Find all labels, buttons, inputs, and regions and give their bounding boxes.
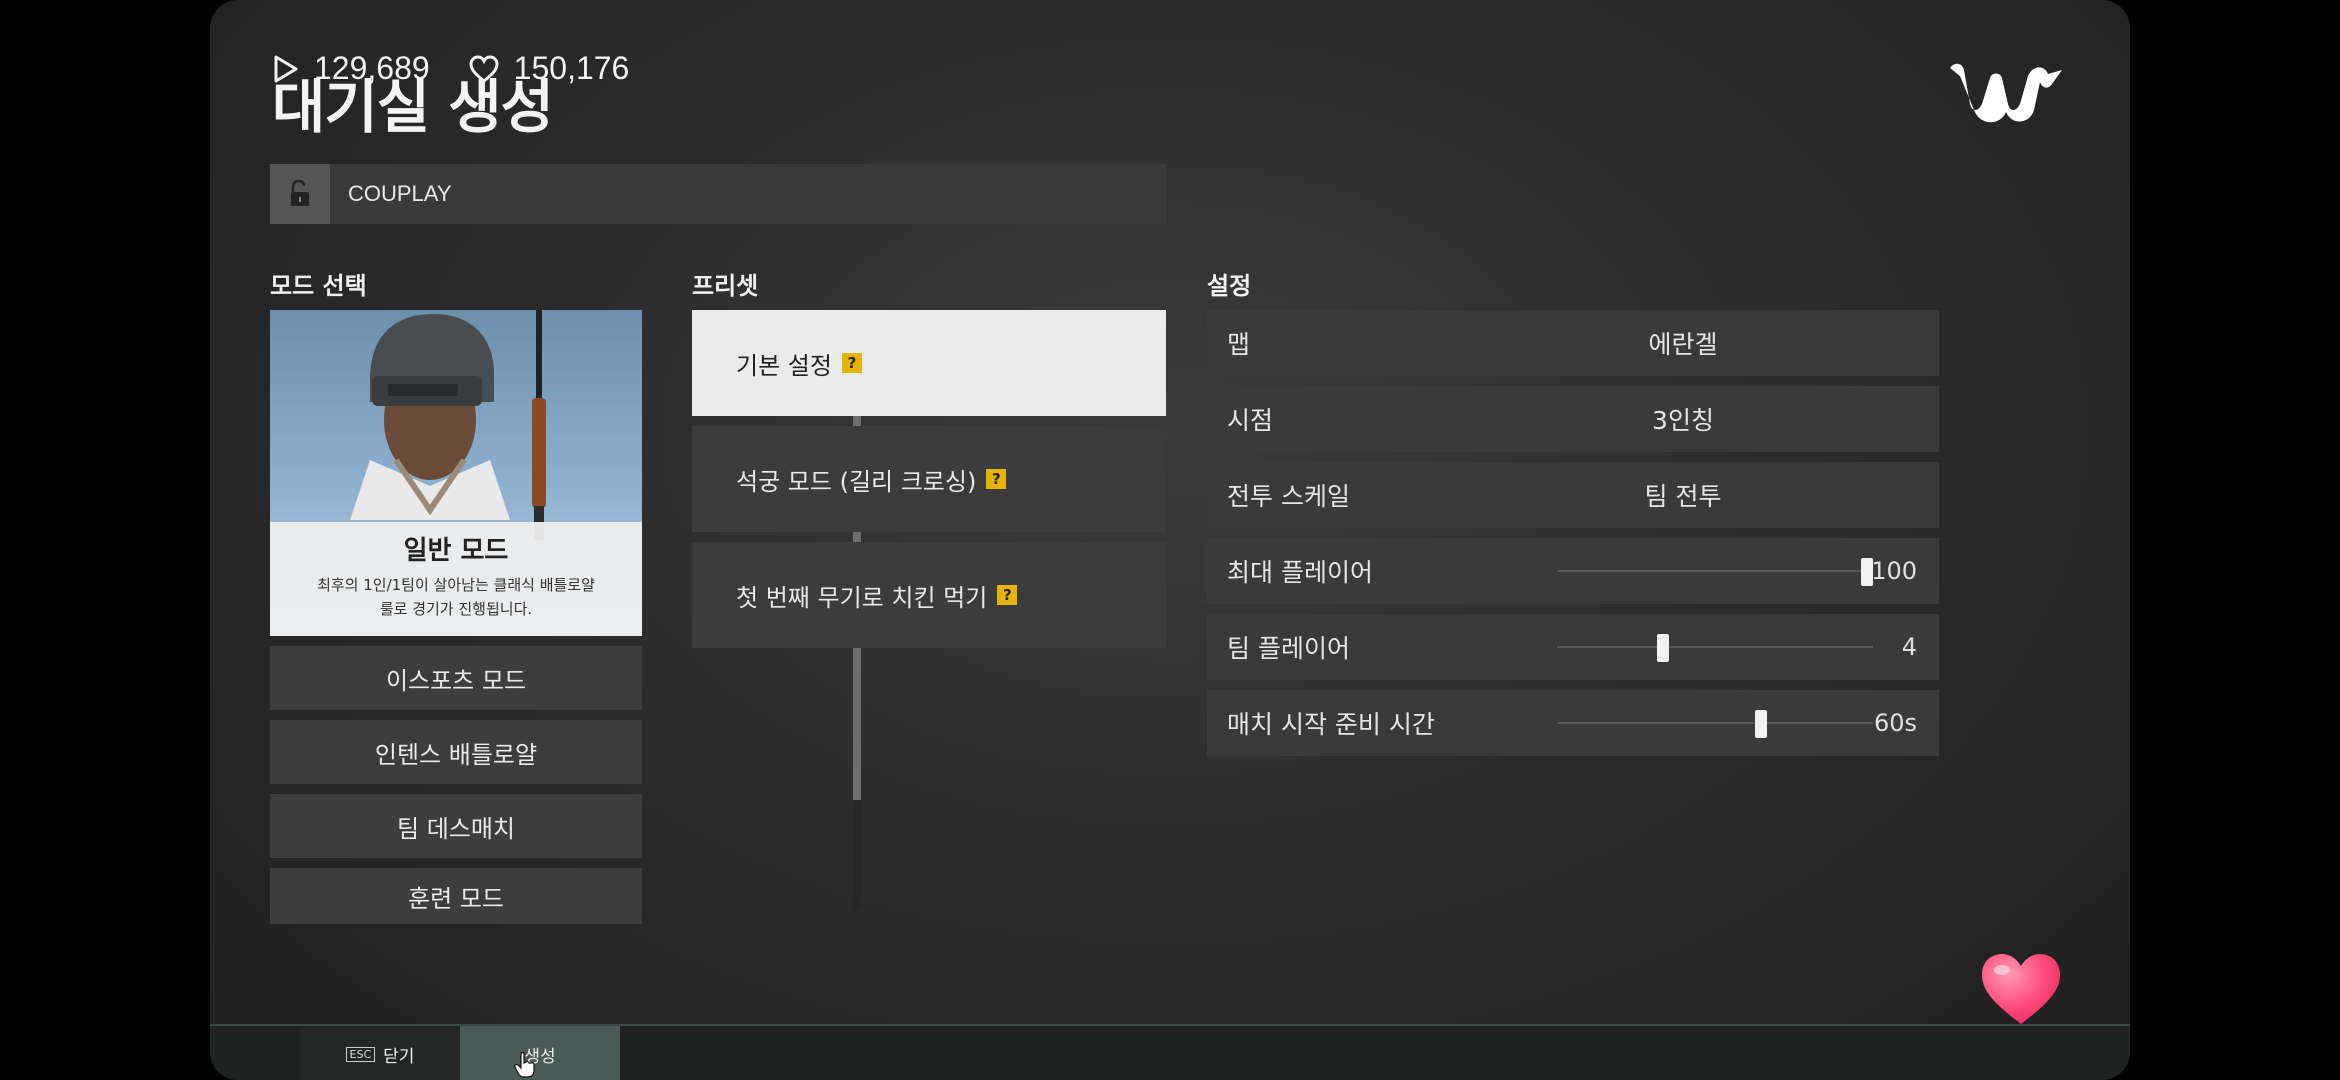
mode-item-intense-br[interactable]: 인텐스 배틀로얄: [270, 720, 642, 784]
mode-item-training[interactable]: 훈련 모드: [270, 868, 642, 924]
setting-value: 4: [1901, 633, 1917, 661]
play-count: 129,689: [314, 50, 430, 86]
app-window: 129,689 150,176 대기실 생성 COUPLAY 모드 선택 프리셋…: [210, 0, 2130, 1080]
ready-time-slider-knob[interactable]: [1754, 710, 1767, 738]
max-players-slider-track[interactable]: [1557, 570, 1873, 572]
settings-section-label: 설정: [1207, 272, 1252, 300]
help-icon[interactable]: ?: [986, 469, 1007, 489]
setting-max-players: 최대 플레이어 100: [1207, 538, 1939, 604]
rifle-image: [532, 310, 546, 540]
preset-label: 첫 번째 무기로 치킨 먹기: [736, 583, 988, 612]
setting-value: 3인칭: [1652, 406, 1714, 435]
mode-card-caption: 일반 모드 최후의 1인/1팀이 살아남는 클래식 배틀로얄 룰로 경기가 진행…: [270, 522, 642, 636]
like-count: 150,176: [513, 50, 630, 86]
mode-card-desc-line1: 최후의 1인/1팀이 살아남는 클래식 배틀로얄: [317, 576, 595, 594]
help-icon[interactable]: ?: [841, 353, 862, 373]
team-players-slider-knob[interactable]: [1657, 634, 1670, 662]
soldier-image: [350, 314, 510, 520]
preset-label: 석궁 모드 (길리 크로싱): [736, 467, 977, 496]
setting-value: 60s: [1873, 709, 1917, 737]
live-stats: 129,689 150,176: [272, 50, 629, 87]
mode-card-description: 최후의 1인/1팀이 살아남는 클래식 배틀로얄 룰로 경기가 진행됩니다.: [270, 573, 642, 621]
help-icon[interactable]: ?: [997, 585, 1018, 605]
setting-map[interactable]: 맵 에란겔: [1207, 310, 1939, 376]
setting-label: 팀 플레이어: [1227, 634, 1350, 663]
setting-value: 100: [1871, 557, 1917, 585]
play-icon: [274, 55, 298, 82]
hand-cursor-icon: [514, 1052, 535, 1078]
mode-item-esports[interactable]: 이스포츠 모드: [270, 646, 642, 710]
ready-time-slider-track[interactable]: [1557, 722, 1873, 724]
heart-outline-icon: [469, 54, 499, 83]
preset-label: 기본 설정: [736, 351, 832, 380]
preset-crossbow[interactable]: 석궁 모드 (길리 크로싱) ?: [692, 426, 1166, 532]
setting-label: 최대 플레이어: [1227, 558, 1373, 587]
preset-default[interactable]: 기본 설정 ?: [692, 310, 1166, 416]
mode-list: 일반 모드 최후의 1인/1팀이 살아남는 클래식 배틀로얄 룰로 경기가 진행…: [270, 310, 642, 924]
room-name-value: COUPLAY: [348, 181, 452, 206]
setting-team-players: 팀 플레이어 4: [1207, 614, 1939, 680]
close-label: 닫기: [383, 1046, 415, 1067]
close-button[interactable]: ESC 닫기: [300, 1026, 460, 1080]
unlock-icon: [291, 179, 309, 206]
mode-section-label: 모드 선택: [270, 272, 367, 300]
team-players-slider-track[interactable]: [1557, 646, 1873, 648]
setting-ready-time: 매치 시작 준비 시간 60s: [1207, 690, 1939, 756]
room-name-field[interactable]: COUPLAY: [270, 164, 1166, 224]
mode-card-title: 일반 모드: [403, 536, 509, 566]
heart-reaction-icon: [1982, 954, 2060, 1024]
preset-first-weapon[interactable]: 첫 번째 무기로 치킨 먹기 ?: [692, 542, 1166, 648]
lock-toggle-button[interactable]: [270, 164, 330, 224]
weverse-logo-icon: [1950, 63, 2062, 123]
setting-view[interactable]: 시점 3인칭: [1207, 386, 1939, 452]
setting-label: 매치 시작 준비 시간: [1227, 710, 1435, 739]
settings-panel: 맵 에란겔 시점 3인칭 전투 스케일 팀 전투 최대 플레이어 100 팀 플…: [1207, 310, 1939, 766]
setting-value: 팀 전투: [1644, 482, 1722, 511]
bottom-action-bar: ESC 닫기 생성: [210, 1024, 2130, 1080]
setting-scale[interactable]: 전투 스케일 팀 전투: [1207, 462, 1939, 528]
mode-card-desc-line2: 룰로 경기가 진행됩니다.: [379, 600, 533, 618]
mode-card-normal[interactable]: 일반 모드 최후의 1인/1팀이 살아남는 클래식 배틀로얄 룰로 경기가 진행…: [270, 310, 642, 636]
setting-value: 에란겔: [1648, 330, 1718, 359]
preset-section-label: 프리셋: [692, 272, 759, 300]
esc-key-icon: ESC: [345, 1046, 376, 1062]
create-button[interactable]: 생성: [460, 1026, 620, 1080]
mode-item-team-deathmatch[interactable]: 팀 데스매치: [270, 794, 642, 858]
preset-list: 기본 설정 ? 석궁 모드 (길리 크로싱) ? 첫 번째 무기로 치킨 먹기 …: [692, 310, 1166, 658]
